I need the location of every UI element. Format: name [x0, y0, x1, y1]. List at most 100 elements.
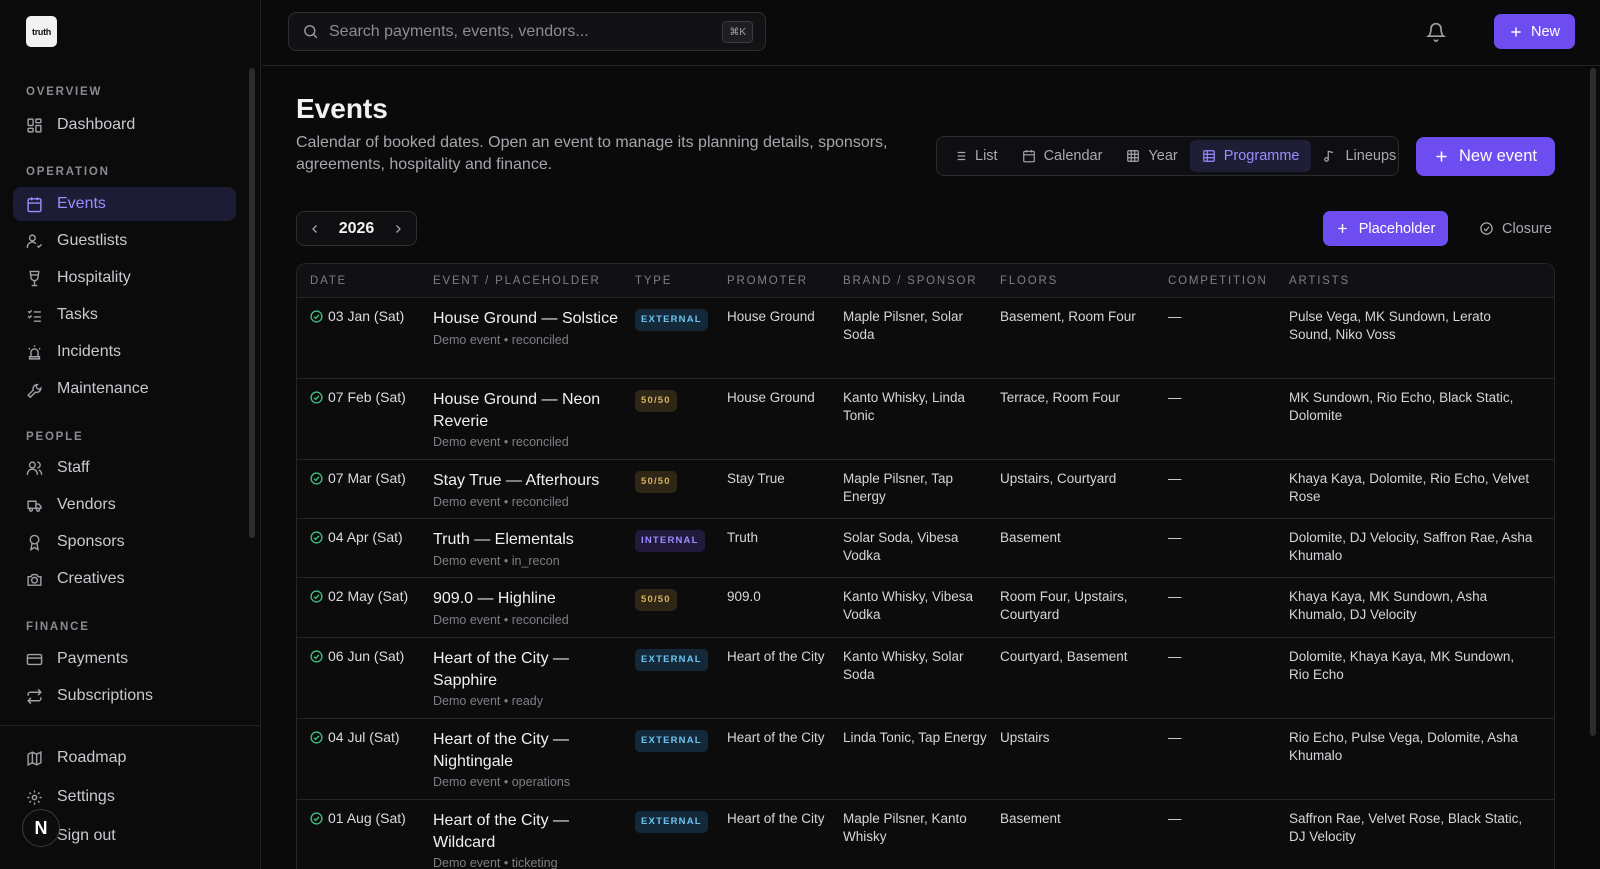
search-icon	[304, 25, 318, 39]
row-type: EXTERNAL	[635, 730, 708, 752]
sidebar-item-hospitality[interactable]: Hospitality	[13, 261, 236, 295]
users-icon	[26, 460, 43, 475]
check-circle-icon	[310, 812, 323, 825]
sidebar-item-label: Subscriptions	[57, 687, 154, 704]
bell-icon[interactable]	[1426, 22, 1446, 42]
sidebar-item-creatives[interactable]: Creatives	[13, 562, 236, 596]
user-check-icon	[26, 233, 43, 248]
row-event[interactable]: Heart of the City — Wildcard Demo event •…	[433, 810, 623, 869]
column-header-promoter[interactable]: PROMOTER	[727, 275, 808, 287]
events-table: DATE EVENT / PLACEHOLDER TYPE PROMOTER B…	[296, 263, 1555, 869]
sidebar-item-maintenance[interactable]: Maintenance	[13, 372, 236, 406]
sidebar-item-dashboard[interactable]: Dashboard	[13, 108, 236, 142]
row-artists: MK Sundown, Rio Echo, Black Static, Dolo…	[1289, 390, 1514, 423]
table-row[interactable]: 02 May (Sat) 909.0 — Highline Demo event •…	[297, 578, 1554, 638]
event-title[interactable]: House Ground — Neon Reverie	[433, 389, 623, 432]
row-event[interactable]: House Ground — Solstice Demo event • reco…	[433, 308, 623, 349]
row-event[interactable]: Heart of the City — Nightingale Demo even…	[433, 729, 623, 792]
main-scrollbar[interactable]	[1590, 68, 1596, 736]
view-calendar-button[interactable]: Calendar	[1010, 140, 1115, 172]
row-floors: Basement	[1000, 530, 1061, 545]
row-type: EXTERNAL	[635, 811, 708, 833]
row-floors: Basement	[1000, 811, 1061, 826]
row-date-text: 01 Aug (Sat)	[328, 810, 406, 826]
glass-icon	[29, 270, 40, 286]
event-title[interactable]: Heart of the City — Nightingale	[433, 729, 623, 772]
table-row[interactable]: 07 Feb (Sat) House Ground — Neon Reverie D…	[297, 379, 1554, 460]
table-row[interactable]: 01 Aug (Sat) Heart of the City — Wildcard…	[297, 800, 1554, 869]
column-header-date[interactable]: DATE	[310, 275, 347, 287]
row-floors: Basement, Room Four	[1000, 309, 1136, 324]
sidebar-item-events[interactable]: Events	[13, 187, 236, 221]
table-icon	[1202, 150, 1215, 162]
column-header-brand[interactable]: BRAND / SPONSOR	[843, 275, 977, 287]
chevron-left-icon[interactable]	[309, 223, 321, 235]
page-description: Calendar of booked dates. Open an event …	[296, 134, 888, 173]
search-box[interactable]: ⌘K	[288, 12, 766, 51]
sidebar-item-label: Guestlists	[57, 232, 128, 249]
view-year-button[interactable]: Year	[1114, 140, 1189, 172]
row-promoter: Truth	[727, 530, 759, 545]
placeholder-button[interactable]: Placeholder	[1323, 211, 1448, 246]
row-competition: —	[1168, 589, 1182, 604]
avatar[interactable]: N	[22, 809, 60, 847]
row-artists: Rio Echo, Pulse Vega, Dolomite, Asha Khu…	[1289, 730, 1518, 763]
sidebar-item-roadmap[interactable]: Roadmap	[13, 741, 236, 775]
table-row[interactable]: 04 Jul (Sat) Heart of the City — Nighting…	[297, 719, 1554, 800]
column-header-competition[interactable]: COMPETITION	[1168, 275, 1268, 287]
table-row[interactable]: 07 Mar (Sat) Stay True — Afterhours Demo e…	[297, 460, 1554, 519]
chevron-right-icon[interactable]	[392, 223, 404, 235]
brand-logo[interactable]: truth	[26, 16, 57, 47]
view-lineups-button[interactable]: Lineups	[1311, 140, 1408, 172]
sidebar-item-guestlists[interactable]: Guestlists	[13, 224, 236, 258]
sidebar-scrollbar[interactable]	[249, 68, 255, 538]
table-row[interactable]: 04 Apr (Sat) Truth — Elementals Demo event…	[297, 519, 1554, 578]
row-promoter: Stay True	[727, 471, 785, 486]
closure-button[interactable]: Closure	[1468, 211, 1563, 246]
event-title[interactable]: House Ground — Solstice	[433, 308, 623, 330]
sidebar-item-subscriptions[interactable]: Subscriptions	[13, 679, 236, 713]
event-title[interactable]: Heart of the City — Wildcard	[433, 810, 623, 853]
new-event-button[interactable]: New event	[1416, 137, 1555, 176]
sidebar-item-incidents[interactable]: Incidents	[13, 335, 236, 369]
event-title[interactable]: Heart of the City — Sapphire	[433, 648, 623, 691]
row-event[interactable]: Heart of the City — Sapphire Demo event •…	[433, 648, 623, 711]
row-competition: —	[1168, 730, 1182, 745]
view-programme-button[interactable]: Programme	[1189, 140, 1312, 172]
row-type: 50/50	[635, 471, 677, 493]
table-row[interactable]: 03 Jan (Sat) House Ground — Solstice Demo …	[297, 298, 1554, 379]
sidebar-item-sponsors[interactable]: Sponsors	[13, 525, 236, 559]
map-icon	[27, 750, 42, 766]
sidebar-item-label: Settings	[57, 788, 115, 805]
view-list-button[interactable]: List	[941, 140, 1010, 172]
row-promoter: Heart of the City	[727, 649, 825, 664]
row-event[interactable]: Truth — Elementals Demo event • in_recon	[433, 529, 623, 570]
event-title[interactable]: 909.0 — Highline	[433, 588, 623, 610]
search-input[interactable]	[329, 22, 719, 41]
sidebar-item-tasks[interactable]: Tasks	[13, 298, 236, 332]
year-label: 2026	[338, 219, 375, 237]
new-button[interactable]: New	[1494, 14, 1575, 49]
sidebar-item-payments[interactable]: Payments	[13, 642, 236, 676]
row-artists: Khaya Kaya, MK Sundown, Asha Khumalo, DJ…	[1289, 589, 1488, 622]
row-event[interactable]: Stay True — Afterhours Demo event • recon…	[433, 470, 623, 511]
sidebar-item-staff[interactable]: Staff	[13, 451, 236, 485]
column-header-event[interactable]: EVENT / PLACEHOLDER	[433, 275, 601, 287]
type-badge: EXTERNAL	[635, 649, 708, 671]
camera-icon	[27, 573, 42, 586]
row-event[interactable]: 909.0 — Highline Demo event • reconciled	[433, 588, 623, 629]
column-header-artists[interactable]: ARTISTS	[1289, 275, 1350, 287]
event-title[interactable]: Truth — Elementals	[433, 529, 623, 551]
event-subtitle: Demo event • in_recon	[433, 553, 560, 568]
table-row[interactable]: 06 Jun (Sat) Heart of the City — Sapphire…	[297, 638, 1554, 719]
row-event[interactable]: House Ground — Neon Reverie Demo event • …	[433, 389, 623, 452]
event-title[interactable]: Stay True — Afterhours	[433, 470, 623, 492]
column-header-floors[interactable]: FLOORS	[1000, 275, 1058, 287]
sidebar-item-vendors[interactable]: Vendors	[13, 488, 236, 522]
wrench-icon	[27, 383, 42, 398]
event-subtitle: Demo event • reconciled	[433, 332, 569, 347]
column-header-type[interactable]: TYPE	[635, 275, 672, 287]
plus-icon	[1337, 224, 1347, 233]
row-date: 07 Feb (Sat)	[310, 389, 406, 407]
event-subtitle: Demo event • reconciled	[433, 435, 569, 449]
